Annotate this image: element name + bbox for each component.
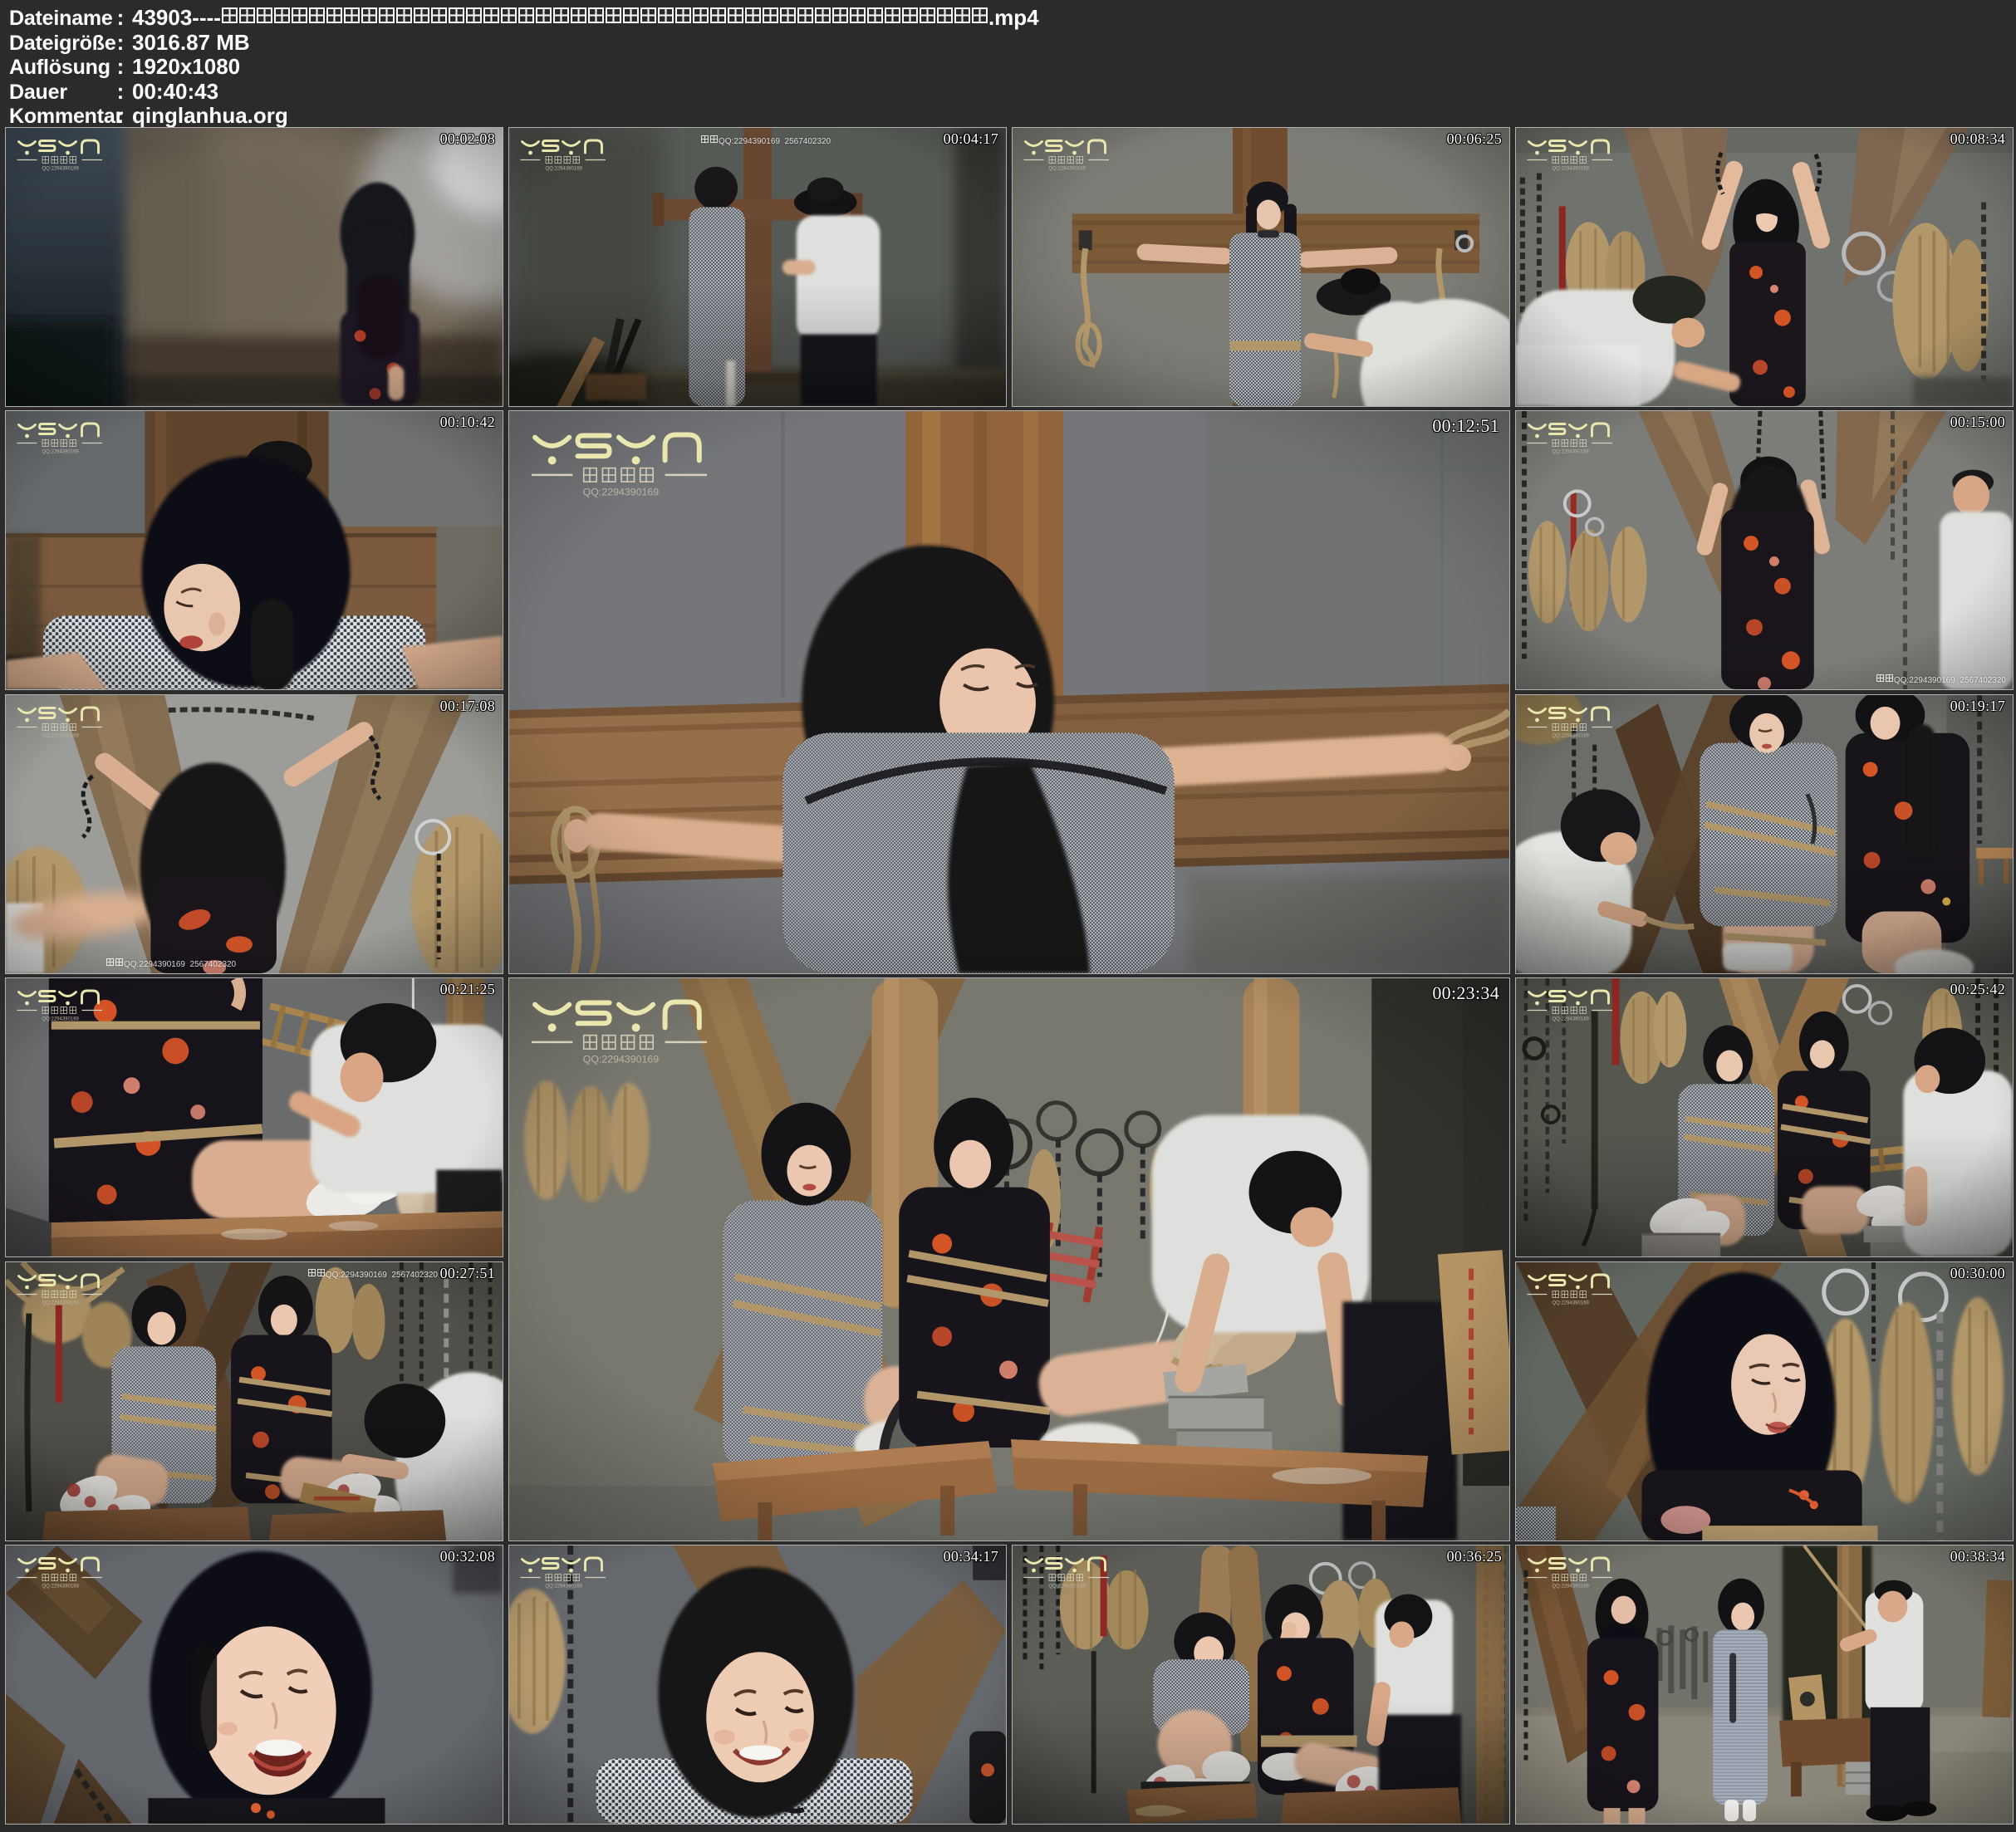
svg-text:QQ:2294390169: QQ:2294390169: [546, 167, 583, 172]
svg-text:QQ:2294390169: QQ:2294390169: [42, 1301, 80, 1306]
svg-text:QQ:2294390169: QQ:2294390169: [1049, 1585, 1086, 1590]
svg-text:QQ:2294390169: QQ:2294390169: [1552, 1585, 1590, 1590]
svg-text:QQ:2294390169: QQ:2294390169: [1049, 167, 1086, 172]
svg-text:QQ:2294390169: QQ:2294390169: [42, 1585, 80, 1590]
svg-text:QQ:2294390169: QQ:2294390169: [42, 450, 80, 455]
svg-text:QQ:2294390169: QQ:2294390169: [583, 1054, 660, 1065]
svg-text:QQ:2294390169: QQ:2294390169: [1552, 167, 1590, 172]
svg-text:QQ:2294390169: QQ:2294390169: [42, 1017, 80, 1022]
svg-text:QQ:2294390169: QQ:2294390169: [42, 734, 80, 739]
svg-text:QQ:2294390169: QQ:2294390169: [42, 167, 80, 172]
svg-text:QQ:2294390169: QQ:2294390169: [1552, 1301, 1590, 1306]
svg-text:QQ:2294390169: QQ:2294390169: [546, 1585, 583, 1590]
svg-text:QQ:2294390169: QQ:2294390169: [1552, 734, 1590, 739]
svg-text:QQ:2294390169: QQ:2294390169: [1552, 450, 1590, 455]
svg-text:QQ:2294390169: QQ:2294390169: [583, 487, 660, 498]
svg-text:QQ:2294390169: QQ:2294390169: [1552, 1017, 1590, 1022]
